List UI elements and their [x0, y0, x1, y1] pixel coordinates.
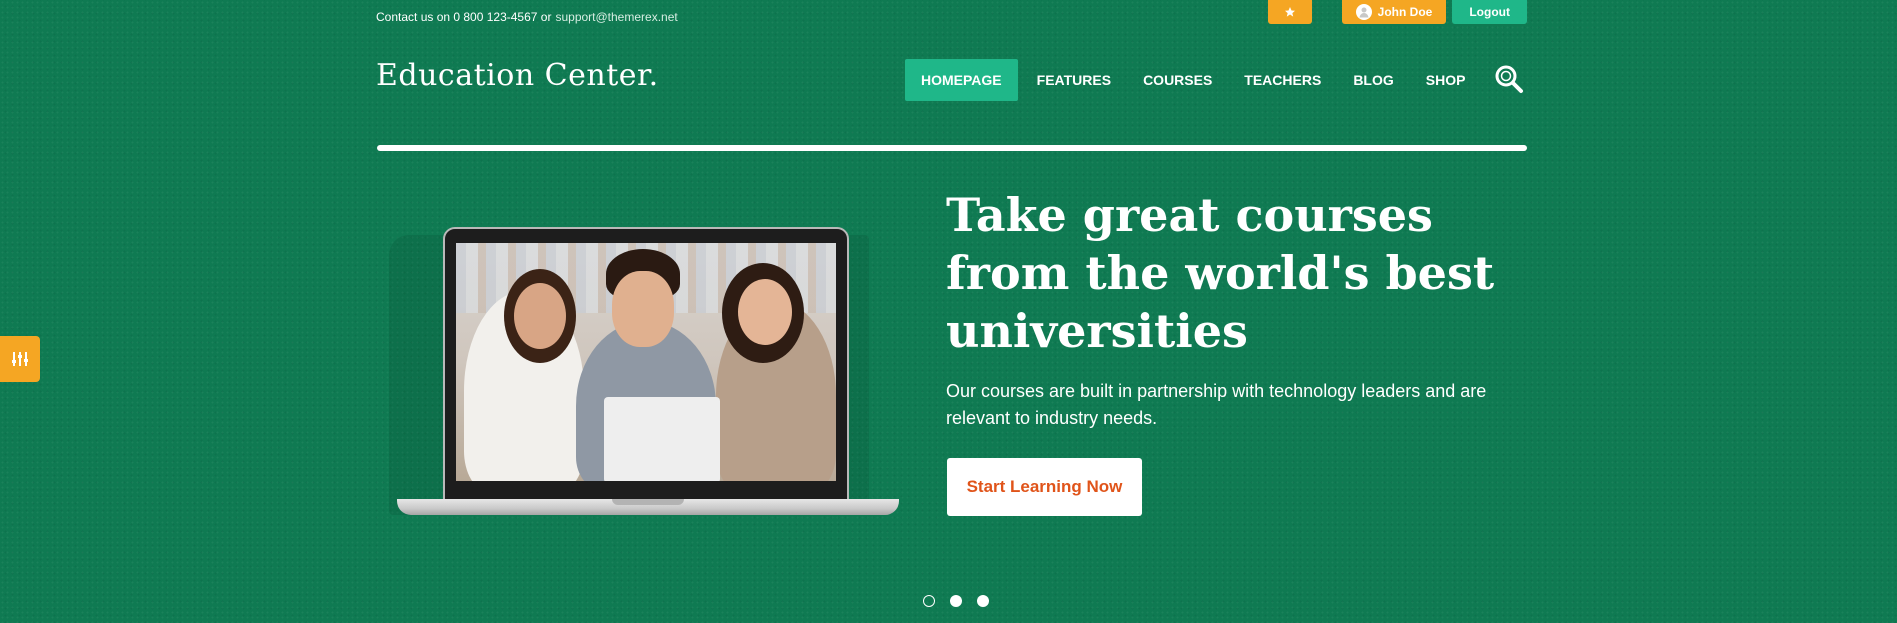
logout-button[interactable]: Logout	[1452, 0, 1527, 24]
site-logo[interactable]: Education Center.	[376, 58, 659, 93]
students-photo	[456, 243, 836, 481]
slider-dot-3[interactable]	[977, 595, 989, 607]
main-nav: HOMEPAGE FEATURES COURSES TEACHERS BLOG …	[905, 59, 1481, 101]
user-name: John Doe	[1377, 5, 1433, 19]
hero-laptop-image	[389, 227, 899, 519]
top-actions: John Doe Logout	[1267, 0, 1527, 24]
sliders-icon	[12, 352, 28, 366]
hero-title: Take great courses from the world's best…	[946, 188, 1495, 358]
start-learning-button[interactable]: Start Learning Now	[947, 458, 1142, 516]
contact-email-link[interactable]: support@themerex.net	[555, 10, 677, 24]
slider-pagination	[923, 595, 989, 607]
contact-bar: Contact us on 0 800 123-4567 or support@…	[376, 10, 678, 24]
nav-blog[interactable]: BLOG	[1337, 59, 1409, 101]
header-divider	[377, 145, 1527, 151]
nav-teachers[interactable]: TEACHERS	[1228, 59, 1337, 101]
search-icon[interactable]	[1494, 64, 1524, 94]
nav-courses[interactable]: COURSES	[1127, 59, 1228, 101]
user-icon	[1355, 4, 1372, 20]
slider-dot-2[interactable]	[950, 595, 962, 607]
user-menu-button[interactable]: John Doe	[1341, 0, 1447, 24]
hero-subtitle: Our courses are built in partnership wit…	[946, 381, 1487, 428]
favorites-button[interactable]	[1267, 0, 1312, 24]
star-icon	[1284, 7, 1295, 17]
slider-dot-1[interactable]	[923, 595, 935, 607]
nav-homepage[interactable]: HOMEPAGE	[905, 59, 1018, 101]
settings-panel-toggle[interactable]	[0, 336, 40, 382]
nav-features[interactable]: FEATURES	[1021, 59, 1127, 101]
contact-text: Contact us on 0 800 123-4567 or	[376, 10, 552, 24]
nav-shop[interactable]: SHOP	[1410, 59, 1482, 101]
